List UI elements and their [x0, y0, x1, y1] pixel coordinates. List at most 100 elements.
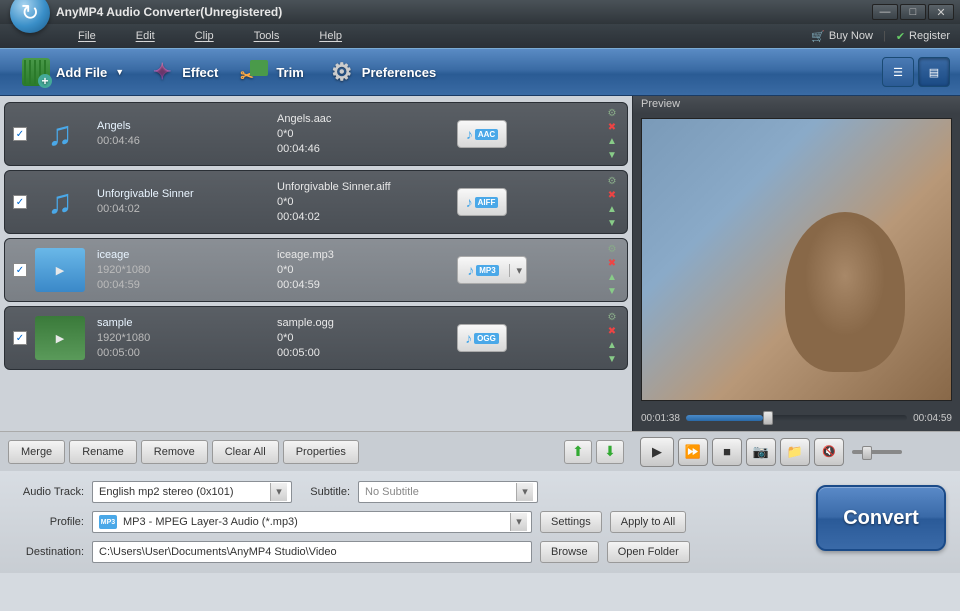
player-controls: ▶ ⏩ ■ 📷 📁 🔇: [632, 431, 960, 471]
profile-select[interactable]: MP3 MP3 - MPEG Layer-3 Audio (*.mp3): [92, 511, 532, 533]
browse-button[interactable]: Browse: [540, 541, 599, 563]
check-icon: ✔: [896, 30, 905, 43]
rename-button[interactable]: Rename: [69, 440, 137, 464]
profile-format-icon: MP3: [99, 515, 117, 529]
row-up-icon[interactable]: ▲: [605, 135, 619, 148]
fast-forward-button[interactable]: ⏩: [678, 438, 708, 466]
volume-slider[interactable]: [852, 450, 902, 454]
mute-button[interactable]: 🔇: [814, 438, 844, 466]
time-total: 00:04:59: [913, 413, 952, 424]
cart-icon: 🛒: [811, 30, 825, 43]
register-button[interactable]: ✔Register: [886, 30, 960, 43]
list-actions: Merge Rename Remove Clear All Properties…: [0, 431, 632, 471]
file-row[interactable]: ✓♫Angels00:04:46Angels.aac0*000:04:46♪AA…: [4, 102, 628, 166]
row-settings-icon[interactable]: ⚙: [605, 243, 619, 256]
open-snapshot-folder-button[interactable]: 📁: [780, 438, 810, 466]
seek-fill: [686, 415, 763, 421]
music-note-icon: ♪: [467, 262, 474, 278]
menu-clip[interactable]: Clip: [175, 30, 234, 42]
move-down-button[interactable]: ⬇: [596, 440, 624, 464]
open-folder-button[interactable]: Open Folder: [607, 541, 690, 563]
output-meta: 0*000:04:46: [277, 127, 457, 157]
row-up-icon[interactable]: ▲: [605, 203, 619, 216]
buy-now-button[interactable]: 🛒Buy Now: [801, 30, 883, 43]
audio-icon: ♫: [35, 112, 85, 156]
format-label: AIFF: [475, 197, 499, 208]
file-checkbox[interactable]: ✓: [13, 127, 27, 141]
row-delete-icon[interactable]: ✖: [605, 121, 619, 134]
row-settings-icon[interactable]: ⚙: [605, 175, 619, 188]
clear-all-button[interactable]: Clear All: [212, 440, 279, 464]
file-row[interactable]: ✓♫Unforgivable Sinner00:04:02Unforgivabl…: [4, 170, 628, 234]
file-checkbox[interactable]: ✓: [13, 331, 27, 345]
menu-edit[interactable]: Edit: [116, 30, 175, 42]
row-up-icon[interactable]: ▲: [605, 271, 619, 284]
trim-button[interactable]: Trim: [230, 56, 315, 88]
row-down-icon[interactable]: ▼: [605, 149, 619, 162]
preview-video[interactable]: [641, 118, 952, 401]
menu-tools[interactable]: Tools: [234, 30, 300, 42]
file-checkbox[interactable]: ✓: [13, 195, 27, 209]
seek-slider[interactable]: [686, 415, 907, 421]
time-current: 00:01:38: [641, 413, 680, 424]
settings-button[interactable]: Settings: [540, 511, 602, 533]
subtitle-select[interactable]: No Subtitle: [358, 481, 538, 503]
output-name: Unforgivable Sinner.aiff: [277, 180, 457, 195]
row-down-icon[interactable]: ▼: [605, 353, 619, 366]
convert-button[interactable]: Convert: [816, 485, 946, 551]
row-up-icon[interactable]: ▲: [605, 339, 619, 352]
format-badge: ♪AAC: [457, 120, 507, 148]
file-checkbox[interactable]: ✓: [13, 263, 27, 277]
music-note-icon: ♪: [465, 330, 472, 346]
format-badge[interactable]: ♪MP3: [457, 256, 527, 284]
file-row[interactable]: ✓▶iceage1920*108000:04:59iceage.mp30*000…: [4, 238, 628, 302]
file-meta: 00:04:02: [97, 202, 277, 217]
row-settings-icon[interactable]: ⚙: [605, 107, 619, 120]
seek-thumb[interactable]: [763, 411, 773, 425]
maximize-button[interactable]: □: [900, 4, 926, 20]
gear-icon: ⚙: [328, 58, 356, 86]
audio-track-label: Audio Track:: [14, 486, 84, 498]
menu-help[interactable]: Help: [299, 30, 362, 42]
play-overlay-icon: ▶: [56, 264, 64, 277]
row-down-icon[interactable]: ▼: [605, 217, 619, 230]
file-name: iceage: [97, 248, 277, 263]
add-file-button[interactable]: Add File ▼: [10, 54, 136, 90]
stop-button[interactable]: ■: [712, 438, 742, 466]
merge-button[interactable]: Merge: [8, 440, 65, 464]
play-button[interactable]: ▶: [640, 437, 674, 467]
move-up-button[interactable]: ⬆: [564, 440, 592, 464]
file-name: Unforgivable Sinner: [97, 187, 277, 202]
output-meta: 0*000:04:59: [277, 263, 457, 293]
row-delete-icon[interactable]: ✖: [605, 325, 619, 338]
toolbar: Add File ▼ ✦ Effect Trim ⚙ Preferences ☰…: [0, 48, 960, 96]
destination-input[interactable]: C:\Users\User\Documents\AnyMP4 Studio\Vi…: [92, 541, 532, 563]
menu-file[interactable]: File: [58, 30, 116, 42]
minimize-button[interactable]: —: [872, 4, 898, 20]
file-name: Angels: [97, 119, 277, 134]
row-settings-icon[interactable]: ⚙: [605, 311, 619, 324]
profile-label: Profile:: [14, 516, 84, 528]
subtitle-label: Subtitle:: [300, 486, 350, 498]
format-badge: ♪AIFF: [457, 188, 507, 216]
format-badge: ♪OGG: [457, 324, 507, 352]
row-delete-icon[interactable]: ✖: [605, 257, 619, 270]
file-name: sample: [97, 316, 277, 331]
row-down-icon[interactable]: ▼: [605, 285, 619, 298]
add-file-label: Add File: [56, 65, 107, 80]
format-label: AAC: [475, 129, 498, 140]
remove-button[interactable]: Remove: [141, 440, 208, 464]
video-thumbnail: ▶: [35, 316, 85, 360]
apply-to-all-button[interactable]: Apply to All: [610, 511, 686, 533]
file-row[interactable]: ✓▶sample1920*108000:05:00sample.ogg0*000…: [4, 306, 628, 370]
list-view-button[interactable]: ☰: [882, 57, 914, 87]
properties-button[interactable]: Properties: [283, 440, 359, 464]
file-list: ✓♫Angels00:04:46Angels.aac0*000:04:46♪AA…: [0, 96, 632, 431]
row-delete-icon[interactable]: ✖: [605, 189, 619, 202]
effect-button[interactable]: ✦ Effect: [136, 54, 230, 90]
snapshot-button[interactable]: 📷: [746, 438, 776, 466]
grid-view-button[interactable]: ▤: [918, 57, 950, 87]
close-button[interactable]: ✕: [928, 4, 954, 20]
preferences-button[interactable]: ⚙ Preferences: [316, 54, 448, 90]
audio-track-select[interactable]: English mp2 stereo (0x101): [92, 481, 292, 503]
